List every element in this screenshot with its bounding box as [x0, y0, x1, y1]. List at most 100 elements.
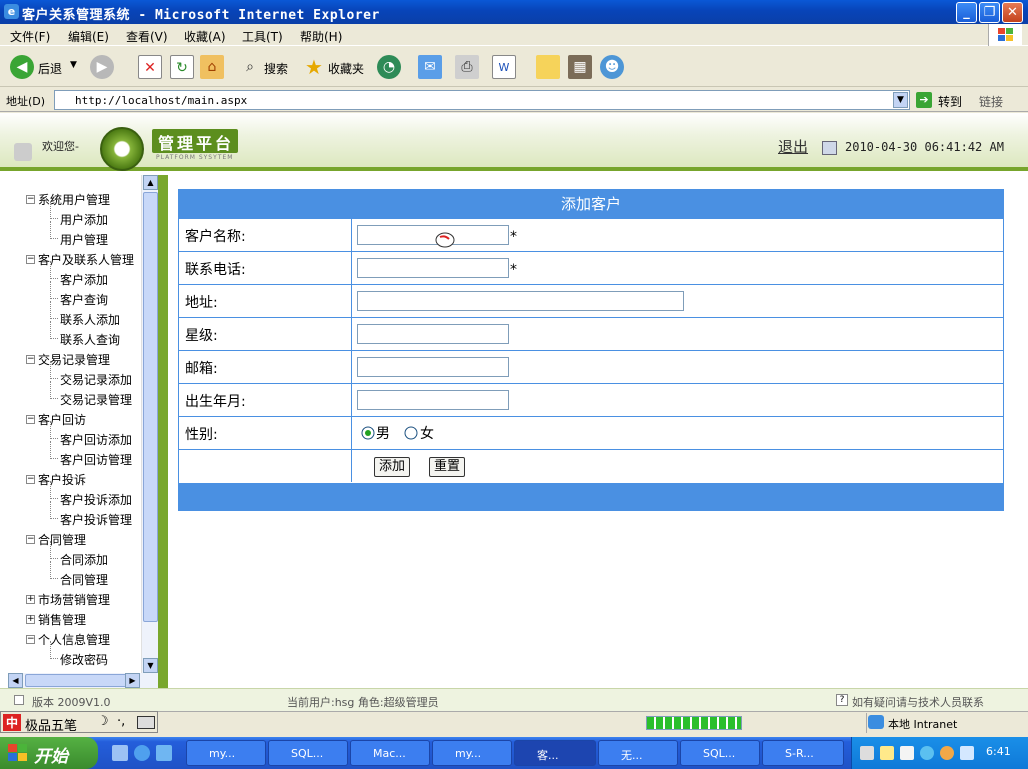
menu-view[interactable]: 查看(V) [126, 28, 168, 45]
nav-item[interactable]: 客户投诉添加 [60, 491, 132, 508]
scroll-right-icon[interactable]: ▶ [125, 673, 140, 688]
tray-volume-icon[interactable] [920, 746, 934, 760]
tray-network-icon[interactable] [900, 746, 914, 760]
media-icon[interactable]: ◔ [377, 55, 401, 79]
task-my-1[interactable]: my... [186, 740, 266, 766]
nav-expander-icon[interactable]: − [26, 195, 35, 204]
scroll-up-icon[interactable]: ▲ [143, 175, 158, 190]
nav-vertical-scrollbar[interactable]: ▲ ▼ [141, 175, 158, 673]
mail-icon[interactable]: ✉ [418, 55, 442, 79]
ime-punctuation-icon[interactable]: ·, [117, 714, 125, 729]
reset-button[interactable]: 重置 [429, 457, 465, 477]
ime-halfwidth-icon[interactable]: ☽ [97, 714, 109, 729]
nav-expander-icon[interactable]: − [26, 535, 35, 544]
nav-item[interactable]: 用户添加 [60, 211, 108, 228]
search-icon[interactable]: ⌕ [238, 55, 262, 79]
search-button-label[interactable]: 搜索 [264, 60, 288, 77]
nav-item[interactable]: 客户投诉管理 [60, 511, 132, 528]
menu-help[interactable]: 帮助(H) [300, 28, 342, 45]
nav-group[interactable]: 销售管理 [38, 611, 86, 628]
birth-date-input[interactable] [357, 390, 509, 410]
menu-tools[interactable]: 工具(T) [242, 28, 283, 45]
task-mac[interactable]: Mac... [350, 740, 430, 766]
menu-favorites[interactable]: 收藏(A) [184, 28, 226, 45]
nav-group[interactable]: 个人信息管理 [38, 631, 110, 648]
male-label[interactable]: 男 [376, 423, 390, 443]
nav-group[interactable]: 市场营销管理 [38, 591, 110, 608]
nav-expander-icon[interactable]: − [26, 415, 35, 424]
nav-expander-icon[interactable]: − [26, 255, 35, 264]
logout-link[interactable]: 退出 [778, 136, 808, 157]
task-customer-active[interactable]: 客... [514, 740, 596, 766]
task-sr[interactable]: S-R... [762, 740, 844, 766]
links-label[interactable]: 链接 [979, 93, 1003, 110]
nav-item[interactable]: 合同添加 [60, 551, 108, 568]
stop-icon[interactable]: ✕ [138, 55, 162, 79]
nav-item[interactable]: 修改密码 [60, 651, 108, 668]
task-untitled[interactable]: 无... [598, 740, 678, 766]
nav-item[interactable]: 客户查询 [60, 291, 108, 308]
address-dropdown-icon[interactable]: ▼ [893, 92, 908, 108]
nav-expander-icon[interactable]: − [26, 635, 35, 644]
favorites-button-label[interactable]: 收藏夹 [328, 60, 364, 77]
minimize-button[interactable]: _ [956, 2, 977, 23]
window-title-bar[interactable]: e 客户关系管理系统 - Microsoft Internet Explorer… [0, 0, 1028, 24]
scroll-left-icon[interactable]: ◀ [8, 673, 23, 688]
address-field-input[interactable] [357, 291, 684, 311]
female-radio[interactable] [404, 426, 418, 440]
scroll-thumb[interactable] [143, 192, 158, 622]
tray-keyboard-icon[interactable] [860, 746, 874, 760]
print-icon[interactable]: ⎙ [455, 55, 479, 79]
nav-item[interactable]: 交易记录管理 [60, 391, 132, 408]
back-button-label[interactable]: 后退 [38, 60, 62, 77]
task-sql-2[interactable]: SQL... [680, 740, 760, 766]
favorites-star-icon[interactable]: ★ [302, 55, 326, 79]
messenger-icon[interactable]: ☻ [600, 55, 624, 79]
nav-group[interactable]: 客户投诉 [38, 471, 86, 488]
nav-expander-icon[interactable]: − [26, 475, 35, 484]
start-button[interactable]: 开始 [0, 737, 98, 769]
nav-item[interactable]: 交易记录添加 [60, 371, 132, 388]
discuss-icon[interactable] [536, 55, 560, 79]
star-level-input[interactable] [357, 324, 509, 344]
scroll-down-icon[interactable]: ▼ [143, 658, 158, 673]
maximize-button[interactable]: ❐ [979, 2, 1000, 23]
menu-edit[interactable]: 编辑(E) [68, 28, 109, 45]
nav-horizontal-scrollbar[interactable]: ◀ ▶ [8, 673, 158, 688]
nav-item[interactable]: 客户回访管理 [60, 451, 132, 468]
back-arrow-icon[interactable]: ◀ [10, 55, 34, 79]
keyboard-icon[interactable] [137, 716, 155, 729]
task-sql-1[interactable]: SQL... [268, 740, 348, 766]
nav-expander-icon[interactable]: + [26, 595, 35, 604]
forward-arrow-icon[interactable]: ▶ [90, 55, 114, 79]
nav-group[interactable]: 客户回访 [38, 411, 86, 428]
tray-help-icon[interactable] [880, 746, 894, 760]
home-icon[interactable]: ⌂ [200, 55, 224, 79]
male-radio[interactable] [361, 426, 375, 440]
quicklaunch-desktop-icon[interactable] [156, 745, 172, 761]
refresh-icon[interactable]: ↻ [170, 55, 194, 79]
back-dropdown-icon[interactable]: ▼ [70, 60, 77, 70]
go-arrow-icon[interactable]: ➔ [916, 92, 932, 108]
quicklaunch-ie2-icon[interactable] [134, 745, 150, 761]
menu-file[interactable]: 文件(F) [10, 28, 50, 45]
close-button[interactable]: ✕ [1002, 2, 1023, 23]
nav-item[interactable]: 联系人添加 [60, 311, 120, 328]
nav-item[interactable]: 用户管理 [60, 231, 108, 248]
nav-item[interactable]: 客户回访添加 [60, 431, 132, 448]
nav-item[interactable]: 联系人查询 [60, 331, 120, 348]
tray-misc-icon[interactable] [960, 746, 974, 760]
nav-item[interactable]: 客户添加 [60, 271, 108, 288]
nav-group[interactable]: 系统用户管理 [38, 191, 110, 208]
nav-expander-icon[interactable]: − [26, 355, 35, 364]
female-label[interactable]: 女 [420, 423, 434, 443]
phone-input[interactable] [357, 258, 509, 278]
address-input[interactable]: http://localhost/main.aspx [54, 90, 910, 110]
customer-name-input[interactable] [357, 225, 509, 245]
ime-toolbar[interactable]: 中 极品五笔 ☽ ·, [0, 711, 158, 734]
nav-item[interactable]: 合同管理 [60, 571, 108, 588]
ime-name[interactable]: 极品五笔 [25, 715, 77, 734]
email-input[interactable] [357, 357, 509, 377]
tray-qq-icon[interactable] [940, 746, 954, 760]
hscroll-thumb[interactable] [25, 674, 129, 687]
